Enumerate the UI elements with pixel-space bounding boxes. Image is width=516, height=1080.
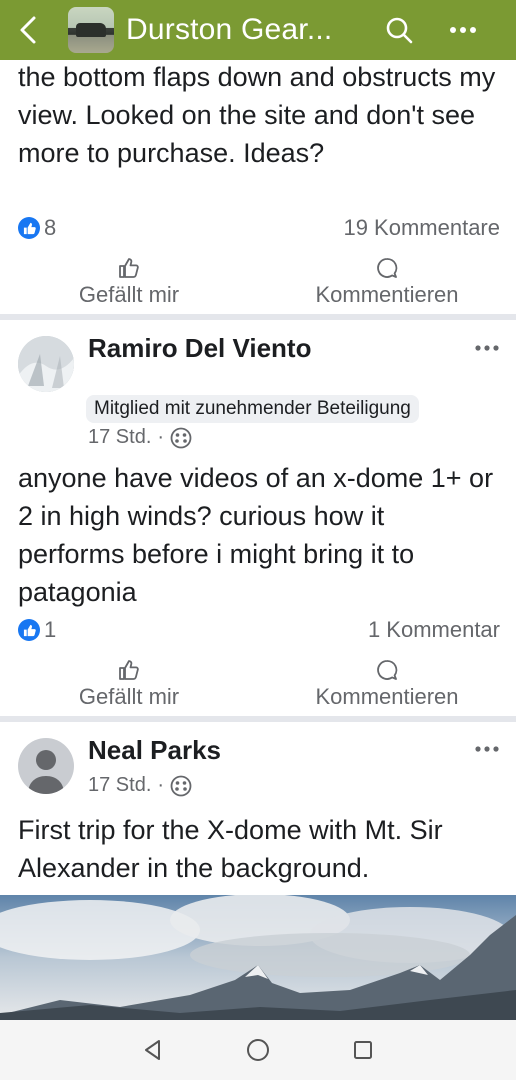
meta-separator: · xyxy=(157,426,165,448)
group-audience-icon xyxy=(170,427,192,448)
like-reaction-icon xyxy=(18,217,40,239)
group-header: Durston Gear... xyxy=(0,0,516,60)
likes-count[interactable]: 8 xyxy=(18,215,56,241)
post-more-button[interactable] xyxy=(470,336,504,360)
like-button[interactable]: Gefällt mir xyxy=(0,652,258,716)
nav-home-button[interactable] xyxy=(238,1030,278,1070)
chevron-left-icon xyxy=(20,16,36,44)
avatar[interactable] xyxy=(18,336,74,392)
post-photo[interactable] xyxy=(0,895,516,1020)
more-dots-icon xyxy=(475,746,499,752)
system-nav-bar xyxy=(0,1020,516,1080)
post-more-button[interactable] xyxy=(470,737,504,761)
post-text: the bottom flaps down and obstructs my v… xyxy=(18,62,496,168)
group-title[interactable]: Durston Gear... xyxy=(126,13,352,47)
search-icon xyxy=(386,17,413,44)
post-actions: Gefällt mir Kommentieren xyxy=(0,250,516,314)
post-divider xyxy=(0,314,516,320)
post-divider xyxy=(0,716,516,722)
mountain-landscape-image xyxy=(0,895,516,1020)
comment-bubble-icon xyxy=(377,258,398,278)
meta-separator: · xyxy=(157,774,165,796)
like-label: Gefällt mir xyxy=(78,282,180,307)
post-meta: 17 Std. · xyxy=(88,426,192,449)
group-audience-icon xyxy=(170,775,192,796)
circle-home-icon xyxy=(246,1039,269,1061)
comments-count[interactable]: 19 Kommentare xyxy=(343,215,500,241)
likes-number: 1 xyxy=(44,617,57,642)
post-author[interactable]: Neal Parks xyxy=(88,735,221,766)
nav-back-button[interactable] xyxy=(133,1030,173,1070)
comments-count[interactable]: 1 Kommentar xyxy=(368,617,500,643)
likes-count[interactable]: 1 xyxy=(18,617,56,643)
likes-number: 8 xyxy=(44,215,57,240)
group-thumbnail[interactable] xyxy=(68,7,114,53)
thumbs-up-icon xyxy=(119,258,139,278)
post-time[interactable]: 17 Std. xyxy=(88,426,151,449)
post-author[interactable]: Ramiro Del Viento xyxy=(88,333,311,364)
post-text: anyone have videos of an x-dome 1+ or 2 … xyxy=(18,463,494,607)
like-reaction-icon xyxy=(18,619,40,641)
nav-recents-button[interactable] xyxy=(343,1030,383,1070)
square-recents-icon xyxy=(354,1041,373,1059)
more-dots-icon xyxy=(450,27,476,33)
member-badge: Mitglied mit zunehmender Beteiligung xyxy=(86,395,419,423)
comment-button[interactable]: Kommentieren xyxy=(258,652,516,716)
avatar-photo xyxy=(18,336,74,392)
avatar[interactable] xyxy=(18,738,74,794)
post-meta: 17 Std. · xyxy=(88,774,192,797)
comment-bubble-icon xyxy=(377,660,398,680)
default-avatar-icon xyxy=(28,750,64,794)
comment-label: Kommentieren xyxy=(315,282,459,307)
more-dots-icon xyxy=(475,345,499,351)
thumbs-up-icon xyxy=(119,660,139,680)
more-options-button[interactable] xyxy=(438,0,488,60)
comment-button[interactable]: Kommentieren xyxy=(258,250,516,314)
comment-label: Kommentieren xyxy=(315,684,459,709)
post-actions: Gefällt mir Kommentieren xyxy=(0,652,516,716)
post-time[interactable]: 17 Std. xyxy=(88,774,151,797)
triangle-back-icon xyxy=(144,1040,160,1060)
post-text: First trip for the X-dome with Mt. Sir A… xyxy=(18,815,443,883)
post-reactions-bar: 8 19 Kommentare xyxy=(18,213,500,243)
search-button[interactable] xyxy=(374,0,424,60)
like-label: Gefällt mir xyxy=(78,684,180,709)
like-button[interactable]: Gefällt mir xyxy=(0,250,258,314)
back-button[interactable] xyxy=(0,0,56,60)
post-reactions-bar: 1 1 Kommentar xyxy=(18,615,500,645)
